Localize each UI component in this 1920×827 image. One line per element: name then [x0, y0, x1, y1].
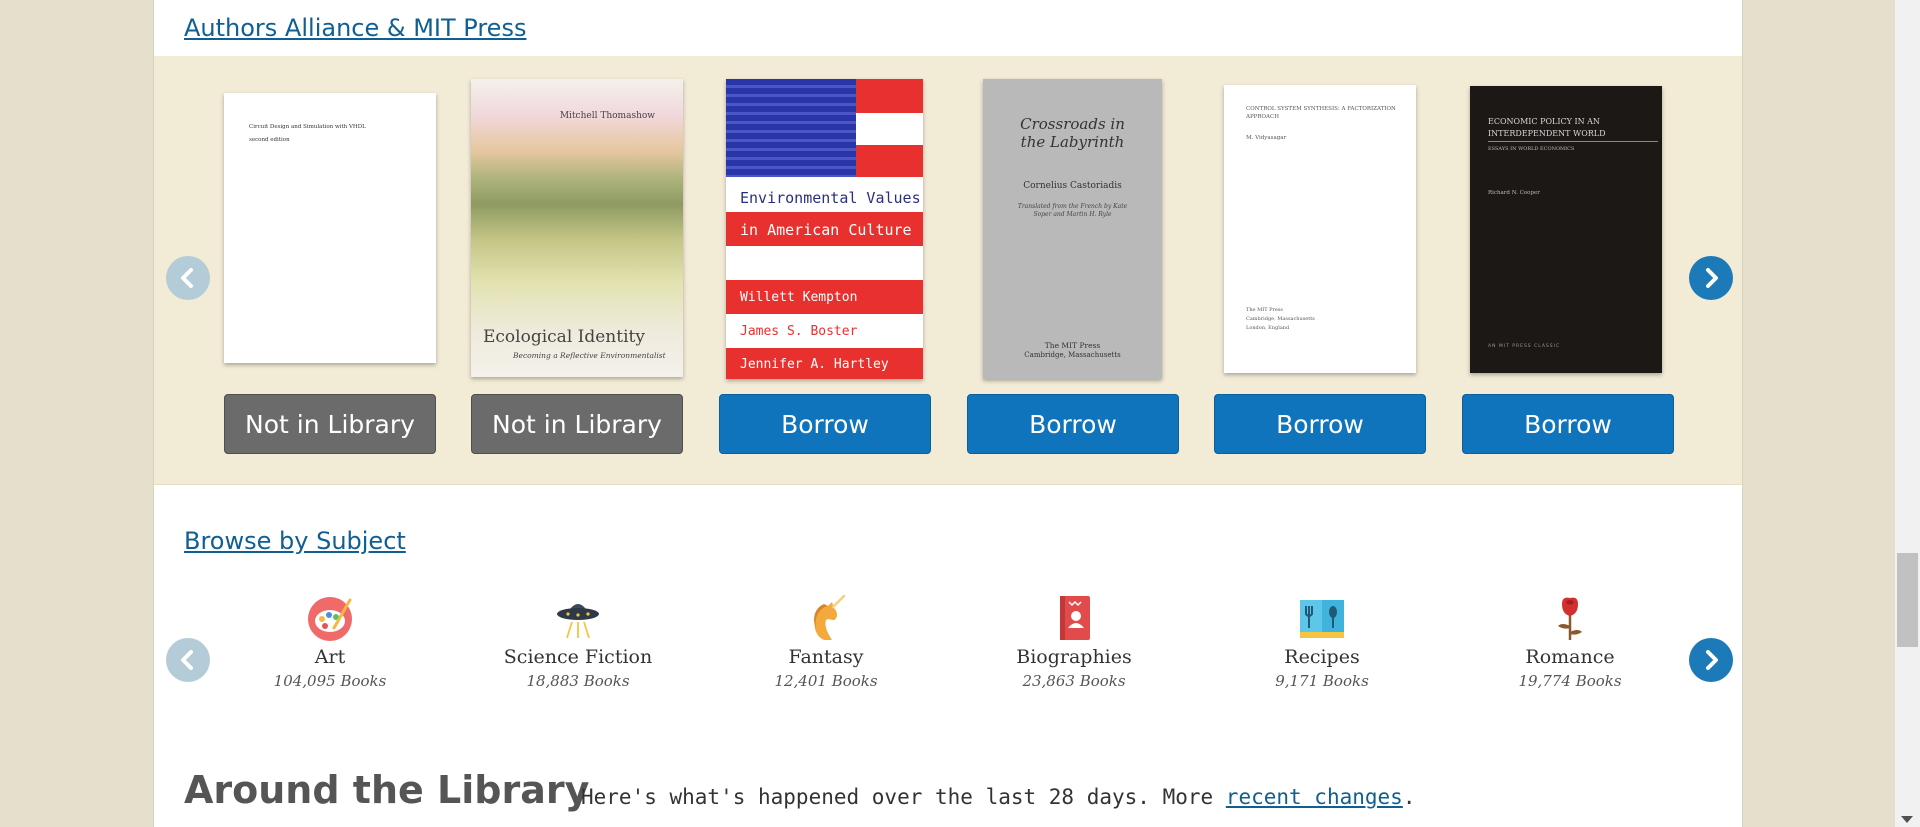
subject-biographies[interactable]: Biographies 23,863 Books — [954, 594, 1194, 690]
book-cover[interactable]: Crossroads in the Labyrinth Cornelius Ca… — [983, 79, 1162, 379]
around-desc-text: Here's what's happened over the last 28 … — [581, 785, 1226, 809]
cover-author: M. Vidyasagar — [1246, 135, 1287, 141]
cover-author: Cornelius Castoriadis — [1023, 181, 1122, 191]
cover-publisher: The MIT Press — [1246, 307, 1283, 313]
cover-title: Ecological Identity — [483, 327, 645, 347]
cover-imprint: An MIT Press Classic — [1488, 344, 1561, 349]
cover-author: Jennifer A. Hartley — [740, 357, 889, 372]
carousel-prev-arrow[interactable] — [166, 256, 210, 300]
subject-count: 9,171 Books — [1275, 672, 1369, 690]
subject-science-fiction[interactable]: Science Fiction 18,883 Books — [458, 594, 698, 690]
subject-count: 19,774 Books — [1518, 672, 1622, 690]
subject-name: Art — [314, 646, 346, 668]
subject-recipes[interactable]: Recipes 9,171 Books — [1202, 594, 1442, 690]
recipe-book-icon — [1300, 600, 1344, 638]
borrow-button[interactable]: Borrow — [1214, 394, 1426, 454]
subject-count: 23,863 Books — [1022, 672, 1126, 690]
cover-publisher-city: Cambridge, Massachusetts — [1246, 316, 1315, 322]
subject-name: Fantasy — [788, 646, 864, 668]
unicorn-icon — [814, 594, 846, 640]
cover-title-line2: in American Culture — [740, 221, 912, 239]
borrow-button[interactable]: Borrow — [719, 394, 931, 454]
chevron-right-icon — [1706, 268, 1718, 288]
cover-publisher: The MIT Press — [1044, 341, 1101, 350]
book-carousel: Circuit Design and Simulation with VHDL … — [154, 56, 1742, 485]
cover-title-line2: Interdependent World — [1488, 129, 1606, 138]
book-cover[interactable]: Circuit Design and Simulation with VHDL … — [224, 93, 436, 363]
page-content: Authors Alliance & MIT Press Circuit Des… — [153, 0, 1743, 827]
subject-name: Biographies — [1016, 646, 1132, 668]
cover-publisher-country: London, England — [1246, 325, 1290, 331]
ufo-icon — [557, 604, 599, 639]
subject-name: Science Fiction — [503, 646, 653, 668]
around-desc-suffix: . — [1402, 785, 1416, 809]
cover-title: Circuit Design and Simulation with VHDL — [249, 124, 366, 130]
subject-art[interactable]: Art 104,095 Books — [210, 594, 450, 690]
cover-title: Control System Synthesis: A Factorizatio… — [1246, 106, 1396, 120]
subject-count: 18,883 Books — [526, 672, 630, 690]
subject-count: 12,401 Books — [774, 672, 878, 690]
scrollbar-thumb[interactable] — [1897, 553, 1918, 647]
subjects-next-arrow[interactable] — [1689, 638, 1733, 682]
vertical-scrollbar[interactable] — [1895, 0, 1920, 827]
cover-author: Willett Kempton — [740, 290, 858, 305]
biography-book-icon — [1060, 596, 1090, 640]
cover-edition: second edition — [249, 137, 290, 143]
carousel-title-link[interactable]: Authors Alliance & MIT Press — [184, 14, 526, 42]
cover-author: Richard N. Cooper — [1488, 190, 1540, 196]
borrow-button[interactable]: Borrow — [1462, 394, 1674, 454]
cover-author: James S. Boster — [740, 324, 858, 339]
subject-count: 104,095 Books — [273, 672, 387, 690]
browse-by-subject-link[interactable]: Browse by Subject — [184, 527, 406, 555]
not-in-library-button[interactable]: Not in Library — [224, 394, 436, 454]
book-cover[interactable]: Control System Synthesis: A Factorizatio… — [1224, 85, 1416, 373]
around-the-library-heading: Around the Library — [184, 768, 590, 812]
cover-title-line1: Economic Policy in an — [1488, 117, 1600, 126]
around-the-library-description: Here's what's happened over the last 28 … — [581, 785, 1415, 809]
cover-title-line1: Environmental Values — [740, 189, 921, 207]
carousel-next-arrow[interactable] — [1689, 256, 1733, 300]
book-cover[interactable]: Mitchell Thomashow Ecological Identity B… — [471, 79, 683, 377]
chevron-left-icon — [181, 650, 193, 670]
scroll-down-arrow-icon[interactable] — [1901, 816, 1913, 823]
borrow-button[interactable]: Borrow — [967, 394, 1179, 454]
subject-romance[interactable]: Romance 19,774 Books — [1450, 594, 1690, 690]
cover-subtitle: Essays in World Economics — [1488, 146, 1575, 152]
art-palette-icon — [308, 597, 352, 641]
book-cover[interactable]: Environmental Values in American Culture… — [726, 79, 923, 379]
chevron-left-icon — [181, 268, 193, 288]
cover-author: Mitchell Thomashow — [559, 111, 655, 121]
subjects-prev-arrow[interactable] — [166, 638, 210, 682]
subject-fantasy[interactable]: Fantasy 12,401 Books — [706, 594, 946, 690]
cover-publisher-city: Cambridge, Massachusetts — [1024, 351, 1121, 359]
subject-name: Recipes — [1284, 646, 1360, 668]
cover-title: Crossroads in the Labyrinth — [1020, 115, 1125, 151]
cover-subtitle: Becoming a Reflective Environmentalist — [513, 351, 666, 360]
not-in-library-button[interactable]: Not in Library — [471, 394, 683, 454]
subject-name: Romance — [1525, 646, 1615, 668]
cover-translator: Translated from the French by Kate Soper… — [1017, 203, 1128, 218]
chevron-right-icon — [1706, 650, 1718, 670]
rose-icon — [1558, 597, 1582, 640]
book-cover[interactable]: Economic Policy in an Interdependent Wor… — [1470, 86, 1662, 373]
recent-changes-link[interactable]: recent changes — [1226, 785, 1403, 809]
